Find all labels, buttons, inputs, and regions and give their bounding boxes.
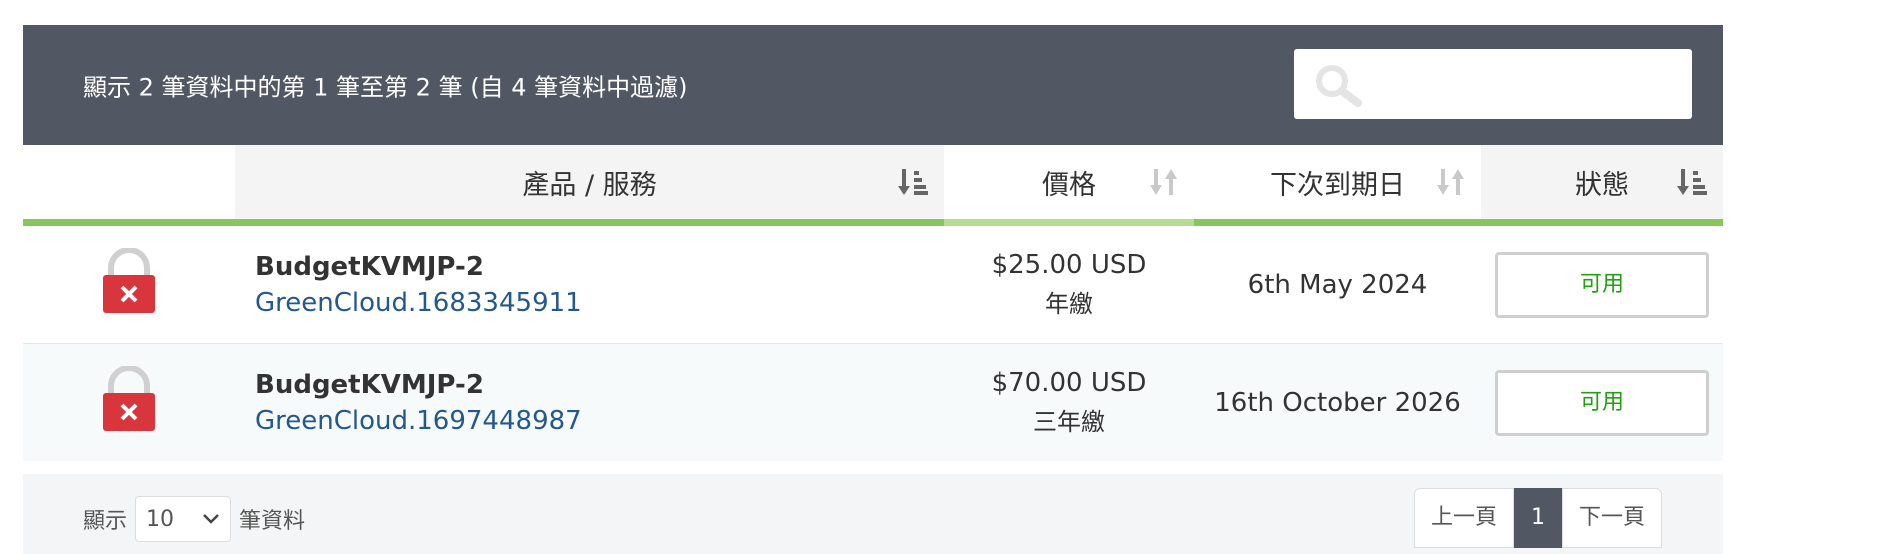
row-product-cell: BudgetKVMJP-2 GreenCloud.1683345911 [235, 222, 944, 344]
table-footer: 顯示 10 筆資料 上一頁 1 下一頁 [23, 474, 1723, 554]
price-amount: $70.00 USD [991, 368, 1147, 398]
row-icon-cell [23, 343, 235, 461]
status-badge: 可用 [1495, 369, 1709, 436]
next-page-button[interactable]: 下一頁 [1562, 488, 1663, 548]
table-info-text: 顯示 2 筆資料中的第 1 筆至第 2 筆 (自 4 筆資料中過濾) [83, 73, 688, 102]
search-box[interactable] [1294, 49, 1692, 119]
header-due-date[interactable]: 下次到期日 [1194, 145, 1481, 226]
header-price-label: 價格 [1042, 169, 1096, 201]
search-icon [1316, 65, 1362, 107]
header-price[interactable]: 價格 [944, 145, 1194, 226]
records-label: 筆資料 [239, 509, 306, 534]
services-table: 產品 / 服務 價格 下次到期日 狀態 BudgetKVMJP-2 GreenC… [23, 145, 1723, 461]
show-label: 顯示 [83, 509, 128, 534]
page-1-button[interactable]: 1 [1514, 488, 1563, 548]
page-length-control: 顯示 10 筆資料 [83, 496, 305, 542]
pagination: 上一頁 1 下一頁 [1414, 488, 1663, 548]
row-icon-cell [23, 222, 235, 344]
page-length-value: 10 [146, 506, 175, 532]
row-product-cell: BudgetKVMJP-2 GreenCloud.1697448987 [235, 343, 944, 461]
product-domain-link[interactable]: GreenCloud.1697448987 [255, 406, 944, 436]
billing-cycle: 年繳 [1045, 290, 1093, 318]
prev-page-button[interactable]: 上一頁 [1414, 488, 1515, 548]
header-product-label: 產品 / 服務 [522, 169, 657, 201]
table-row[interactable]: BudgetKVMJP-2 GreenCloud.1683345911 $25.… [23, 222, 1723, 344]
product-domain-link[interactable]: GreenCloud.1683345911 [255, 288, 944, 318]
search-input[interactable] [1374, 59, 1678, 109]
sort-desc-icon [1677, 169, 1707, 195]
services-table-widget: 顯示 2 筆資料中的第 1 筆至第 2 筆 (自 4 筆資料中過濾) 產品 / … [23, 25, 1723, 554]
row-price-cell: $70.00 USD 三年繳 [944, 343, 1194, 461]
header-status[interactable]: 狀態 [1481, 145, 1723, 226]
sort-both-icon [1150, 169, 1177, 195]
lock-icon [103, 365, 155, 431]
header-status-label: 狀態 [1575, 169, 1629, 201]
product-name: BudgetKVMJP-2 [255, 251, 484, 282]
header-due-label: 下次到期日 [1270, 169, 1405, 201]
row-due-date: 16th October 2026 [1194, 343, 1481, 461]
table-row[interactable]: BudgetKVMJP-2 GreenCloud.1697448987 $70.… [23, 343, 1723, 461]
row-due-date: 6th May 2024 [1194, 222, 1481, 344]
sort-desc-icon [898, 169, 928, 195]
row-price-cell: $25.00 USD 年繳 [944, 222, 1194, 344]
chevron-down-icon [203, 514, 219, 524]
header-product[interactable]: 產品 / 服務 [235, 145, 944, 226]
billing-cycle: 三年繳 [1033, 408, 1105, 436]
product-name: BudgetKVMJP-2 [255, 369, 484, 400]
page-length-select[interactable]: 10 [135, 496, 232, 542]
sort-both-icon [1437, 169, 1464, 195]
row-status-cell: 可用 [1481, 343, 1723, 461]
row-status-cell: 可用 [1481, 222, 1723, 344]
price-amount: $25.00 USD [991, 250, 1147, 280]
lock-icon [103, 247, 155, 313]
table-toolbar: 顯示 2 筆資料中的第 1 筆至第 2 筆 (自 4 筆資料中過濾) [23, 25, 1723, 145]
header-icon-col [23, 145, 235, 226]
status-badge: 可用 [1495, 251, 1709, 318]
